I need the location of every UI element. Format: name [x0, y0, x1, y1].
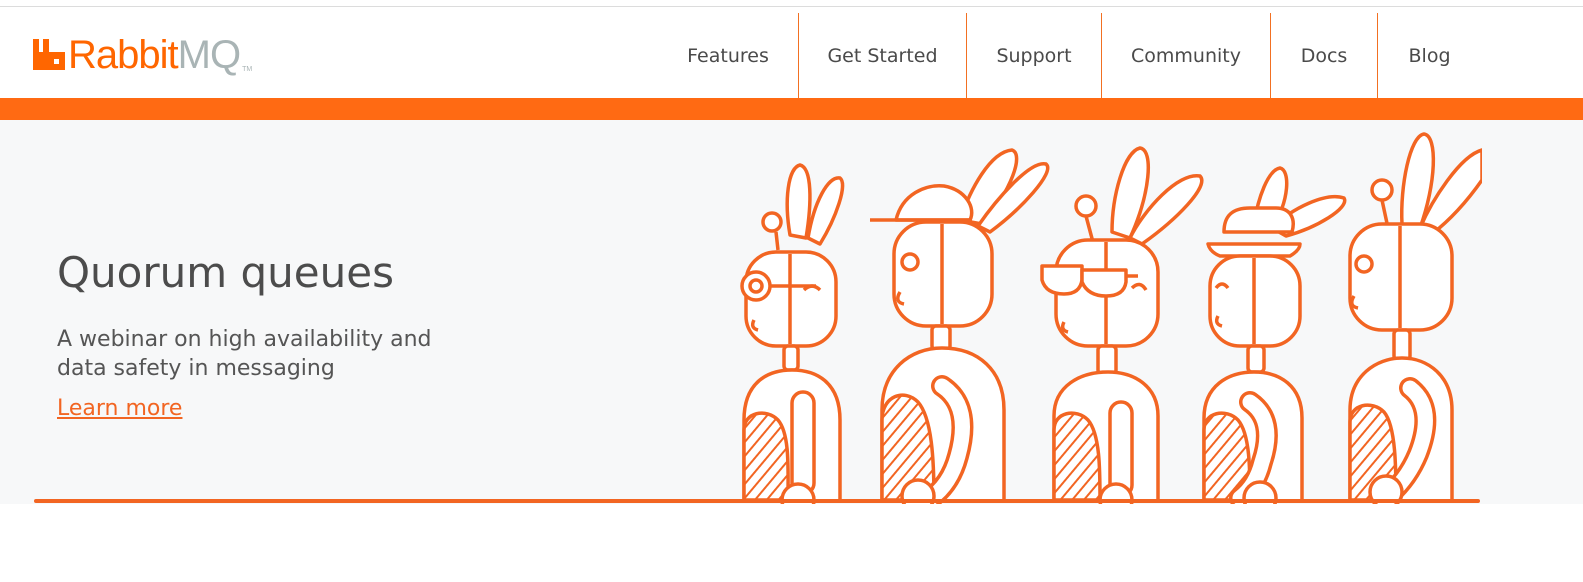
- learn-more-link[interactable]: Learn more: [57, 396, 182, 421]
- robot-rabbits-illustration: [740, 120, 1490, 504]
- main-nav: Features Get Started Support Community D…: [658, 13, 1481, 98]
- nav-docs[interactable]: Docs: [1270, 13, 1377, 98]
- rabbitmq-logo[interactable]: Rabbit MQ TM: [32, 31, 252, 75]
- robot-rabbit-plain-icon: [1348, 132, 1484, 504]
- header-accent-bar: [0, 98, 1583, 120]
- rabbitmq-logo-icon: [33, 39, 65, 70]
- robot-rabbit-hat-icon: [1202, 166, 1347, 504]
- logo-text-rabbit: Rabbit: [68, 33, 179, 77]
- nav-features[interactable]: Features: [658, 13, 798, 98]
- robot-rabbit-glasses-icon: [1040, 146, 1204, 504]
- hero-baseline-rule: [34, 499, 1480, 503]
- hero-subtitle: A webinar on high availability and data …: [57, 327, 432, 381]
- nav-community[interactable]: Community: [1101, 13, 1270, 98]
- logo-trademark: TM: [242, 66, 253, 73]
- site-header: Rabbit MQ TM Features Get Started Suppor…: [0, 7, 1583, 98]
- nav-support[interactable]: Support: [966, 13, 1101, 98]
- logo-text-mq: MQ: [177, 33, 241, 77]
- hero-title: Quorum queues: [57, 248, 394, 297]
- nav-get-started[interactable]: Get Started: [798, 13, 966, 98]
- robot-rabbit-cap-icon: [870, 148, 1050, 504]
- nav-blog[interactable]: Blog: [1377, 13, 1481, 98]
- robot-rabbit-monocle-icon: [740, 163, 845, 504]
- hero-banner: Quorum queues A webinar on high availabi…: [0, 120, 1583, 504]
